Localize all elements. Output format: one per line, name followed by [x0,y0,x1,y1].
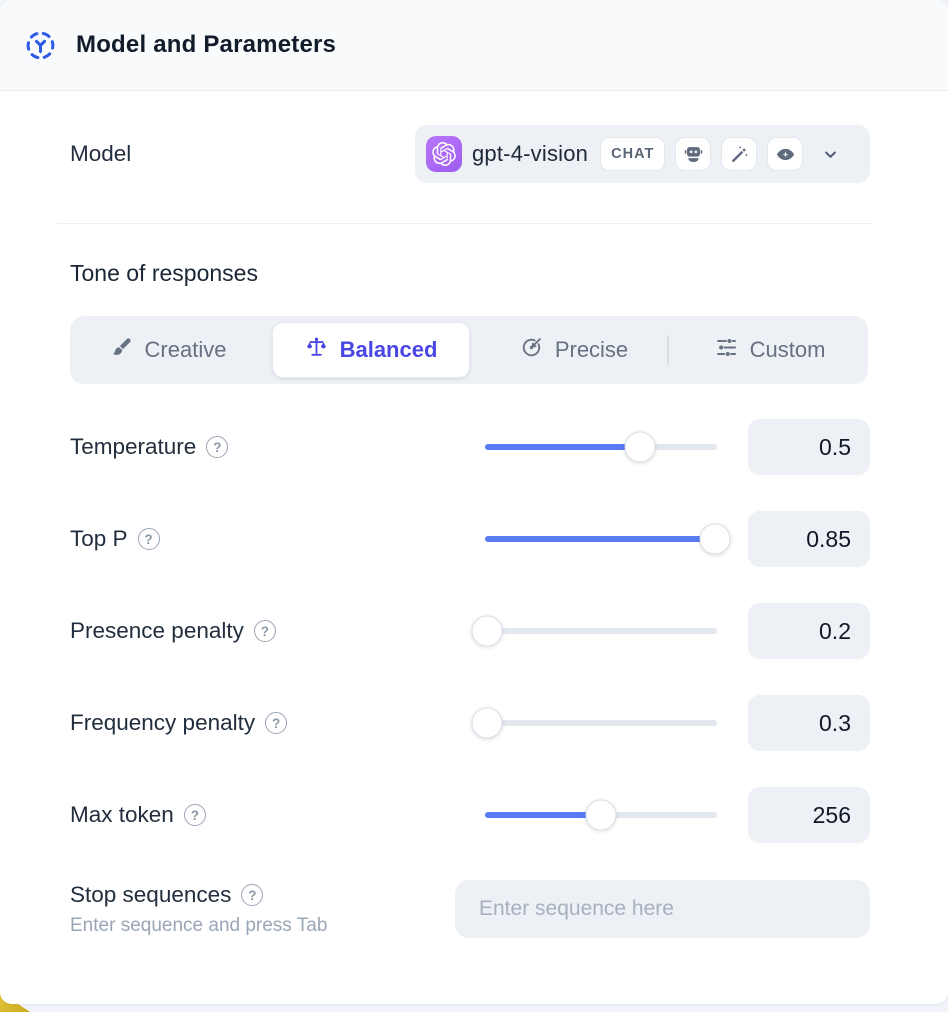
paintbrush-icon [110,336,133,365]
model-select-dropdown[interactable]: gpt-4-vision CHAT [415,125,870,183]
tone-option-balanced[interactable]: Balanced [272,322,470,378]
frequency-penalty-value[interactable]: 0.3 [748,695,870,751]
help-icon[interactable]: ? [254,620,276,642]
model-label: Model [70,141,131,167]
slider-fill [485,536,715,542]
slider-track[interactable] [485,628,717,634]
help-icon[interactable]: ? [265,712,287,734]
chevron-down-icon[interactable] [821,145,840,164]
tone-option-creative[interactable]: Creative [70,316,266,384]
max-token-value[interactable]: 256 [748,787,870,843]
magic-wand-icon [721,137,757,171]
tone-option-label: Custom [750,337,826,363]
slider-fill [485,812,601,818]
tone-segmented-control: Creative Balanced [70,316,868,384]
slider-thumb[interactable] [472,708,503,739]
slider-thumb[interactable] [625,432,656,463]
slider-track[interactable] [485,720,717,726]
vision-eye-icon [767,137,803,171]
tone-option-label: Balanced [340,337,438,363]
model-type-badge: CHAT [600,137,665,171]
tone-option-precise[interactable]: Precise [476,316,672,384]
temperature-slider[interactable] [485,430,717,464]
target-icon [520,336,543,365]
top-p-slider[interactable] [485,522,717,556]
temperature-row: Temperature ? 0.5 [0,401,948,493]
max-token-label: Max token [70,802,174,828]
presence-penalty-label: Presence penalty [70,618,244,644]
bot-icon [675,137,711,171]
frequency-penalty-slider[interactable] [485,706,717,740]
presence-penalty-slider[interactable] [485,614,717,648]
segment-divider [667,335,669,365]
help-icon[interactable]: ? [184,804,206,826]
model-parameters-icon [24,29,57,62]
presence-penalty-value[interactable]: 0.2 [748,603,870,659]
section-divider [57,223,873,224]
tone-option-label: Creative [145,337,227,363]
stop-sequence-input[interactable] [455,880,870,938]
model-parameters-panel: Model and Parameters Model gpt-4-vision … [0,0,948,1012]
selected-model-name: gpt-4-vision [472,141,588,167]
sliders-icon [715,336,738,365]
top-p-label: Top P [70,526,128,552]
temperature-label: Temperature [70,434,196,460]
top-p-value[interactable]: 0.85 [748,511,870,567]
frequency-penalty-label: Frequency penalty [70,710,255,736]
openai-logo [426,136,462,172]
tone-option-custom[interactable]: Custom [672,316,868,384]
slider-thumb[interactable] [472,616,503,647]
balance-scale-icon [305,336,328,365]
slider-thumb[interactable] [586,800,617,831]
max-token-row: Max token ? 256 [0,769,948,861]
slider-fill [485,444,640,450]
max-token-slider[interactable] [485,798,717,832]
top-p-row: Top P ? 0.85 [0,493,948,585]
stop-sequences-label: Stop sequences [70,882,231,908]
frequency-penalty-row: Frequency penalty ? 0.3 [0,677,948,769]
model-row: Model gpt-4-vision CHAT [0,125,948,183]
tone-option-label: Precise [555,337,628,363]
card-header: Model and Parameters [0,0,948,91]
page-title: Model and Parameters [76,31,336,59]
tone-heading: Tone of responses [70,260,870,287]
presence-penalty-row: Presence penalty ? 0.2 [0,585,948,677]
help-icon[interactable]: ? [206,436,228,458]
help-icon[interactable]: ? [138,528,160,550]
slider-thumb[interactable] [699,524,730,555]
stop-sequences-hint: Enter sequence and press Tab [70,915,455,937]
temperature-value[interactable]: 0.5 [748,419,870,475]
stop-sequences-row: Stop sequences ? Enter sequence and pres… [0,880,948,938]
help-icon[interactable]: ? [241,884,263,906]
model-parameters-card: Model and Parameters Model gpt-4-vision … [0,0,948,1004]
